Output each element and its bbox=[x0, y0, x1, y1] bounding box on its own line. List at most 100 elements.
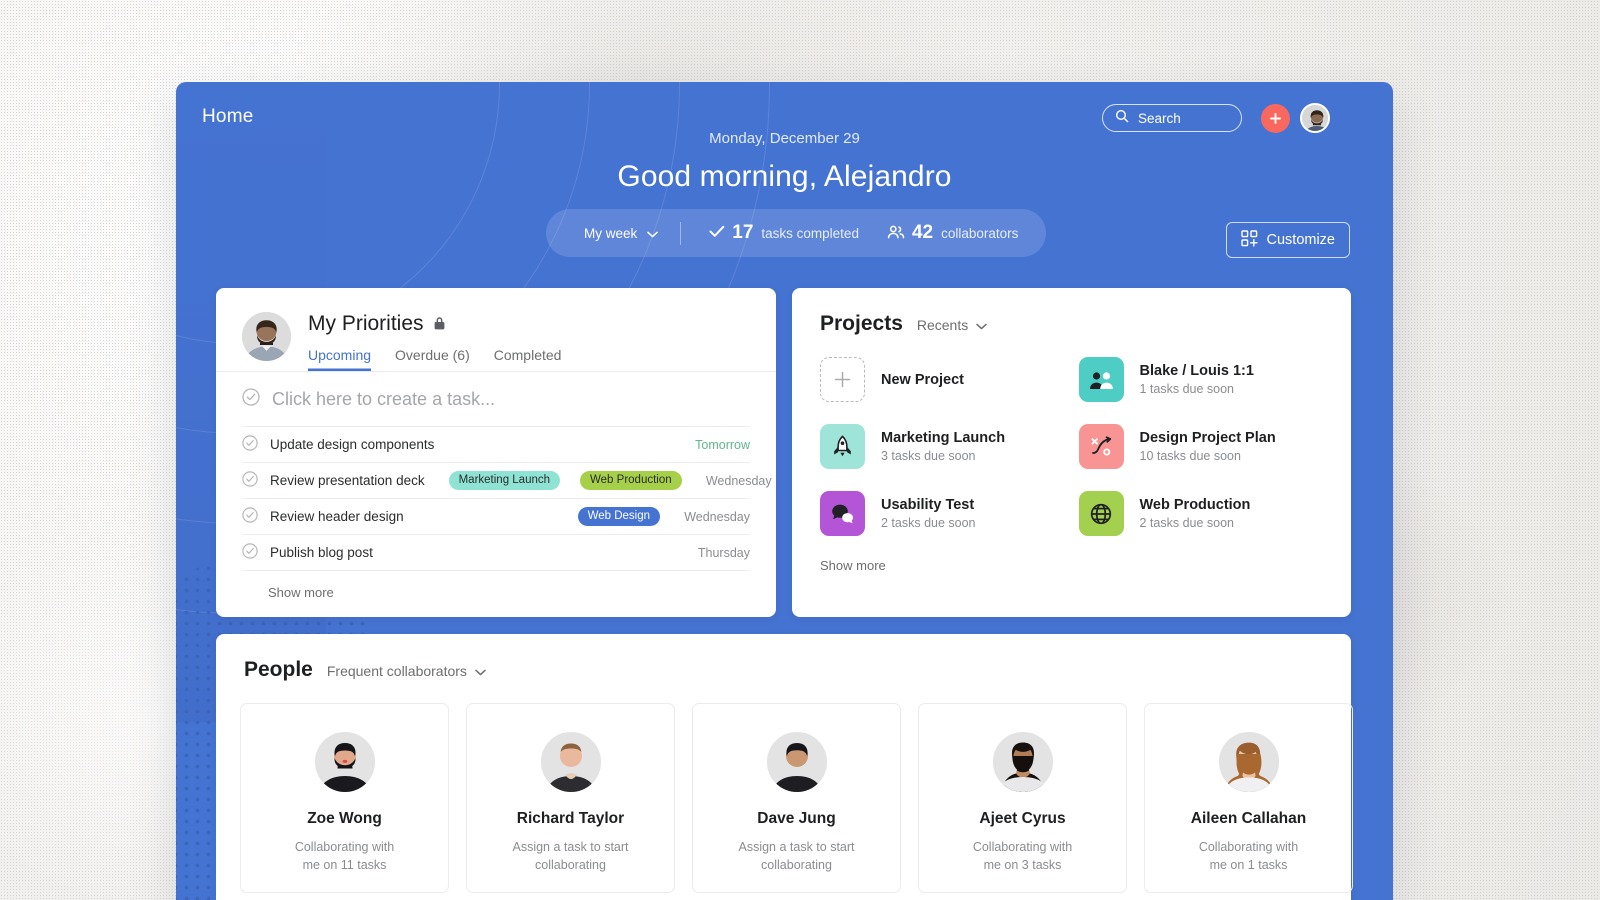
new-project-label: New Project bbox=[881, 371, 964, 388]
tab-completed[interactable]: Completed bbox=[494, 347, 562, 371]
create-task-placeholder: Click here to create a task... bbox=[272, 389, 496, 409]
person-card[interactable]: Zoe Wong Collaborating with me on 11 task… bbox=[240, 703, 449, 893]
avatar bbox=[992, 732, 1053, 792]
project-name: Web Production bbox=[1139, 497, 1251, 513]
my-priorities-card: My Priorities Upcoming Overdue (6) Compl… bbox=[216, 288, 776, 617]
task-list: Update design components Tomorrow Review p… bbox=[216, 426, 776, 570]
people-title: People bbox=[244, 658, 313, 681]
task-tag[interactable]: Marketing Launch bbox=[448, 470, 561, 491]
week-range-label: My week bbox=[584, 225, 638, 241]
person-name: Dave Jung bbox=[757, 810, 836, 827]
person-name: Richard Taylor bbox=[516, 810, 625, 827]
stats-bar: My week 17 tasks completed 42 collaborat… bbox=[546, 209, 1046, 257]
priorities-header: My Priorities Upcoming Overdue (6) Compl… bbox=[216, 288, 776, 371]
task-name: Publish blog post bbox=[270, 545, 373, 560]
chevron-down-icon bbox=[976, 317, 987, 333]
rocket-icon bbox=[820, 424, 865, 469]
chat-bubbles-icon bbox=[820, 491, 865, 536]
search-icon bbox=[1115, 109, 1129, 128]
task-name: Review header design bbox=[270, 509, 404, 524]
search-box[interactable]: Search bbox=[1102, 104, 1242, 132]
app-window: Home Monday, December 29 Good morning, A… bbox=[176, 82, 1393, 900]
person-card[interactable]: Richard Taylor Assign a task to start col… bbox=[466, 703, 675, 893]
check-circle-icon[interactable] bbox=[242, 435, 258, 454]
check-icon bbox=[709, 225, 725, 241]
tab-overdue[interactable]: Overdue (6) bbox=[395, 347, 470, 371]
project-item[interactable]: Blake / Louis 1:1 1 tasks due soon bbox=[1078, 357, 1324, 402]
customize-button[interactable]: Customize bbox=[1225, 222, 1350, 258]
priorities-tabs: Upcoming Overdue (6) Completed bbox=[308, 347, 750, 371]
plus-icon bbox=[820, 357, 865, 402]
project-item[interactable]: Usability Test 2 tasks due soon bbox=[820, 491, 1065, 536]
check-circle-icon[interactable] bbox=[242, 543, 258, 562]
check-circle-icon[interactable] bbox=[242, 507, 258, 526]
avatar[interactable] bbox=[1300, 103, 1330, 133]
plus-icon bbox=[1269, 112, 1282, 125]
chevron-down-icon bbox=[475, 663, 486, 679]
avatar bbox=[1218, 732, 1279, 792]
project-name: Design Project Plan bbox=[1139, 430, 1276, 446]
task-tag[interactable]: Web Design bbox=[577, 506, 660, 527]
globe-icon bbox=[1078, 491, 1124, 536]
people-filter-label: Frequent collaborators bbox=[326, 663, 467, 679]
customize-label: Customize bbox=[1266, 232, 1336, 248]
tasks-completed-count: 17 bbox=[732, 222, 754, 243]
project-item[interactable]: Design Project Plan 10 tasks due soon bbox=[1078, 424, 1324, 469]
person-name: Aileen Callahan bbox=[1190, 810, 1307, 827]
projects-card: Projects Recents New Project Blake / Lou… bbox=[792, 288, 1351, 617]
home-link[interactable]: Home bbox=[202, 106, 253, 128]
project-name: Usability Test bbox=[881, 497, 975, 513]
task-row[interactable]: Review header design Web Design Wednesday bbox=[242, 498, 750, 534]
person-name: Zoe Wong bbox=[307, 810, 382, 827]
person-card[interactable]: Aileen Callahan Collaborating with me on … bbox=[1144, 703, 1353, 893]
add-button[interactable] bbox=[1261, 104, 1290, 133]
projects-header: Projects Recents bbox=[792, 288, 1351, 336]
collaborators-label: collaborators bbox=[941, 225, 1019, 241]
task-tag[interactable]: Web Production bbox=[580, 470, 682, 491]
task-row[interactable]: Publish blog post Thursday bbox=[242, 534, 750, 570]
task-name: Update design components bbox=[270, 437, 435, 452]
person-name: Ajeet Cyrus bbox=[979, 810, 1066, 827]
avatar bbox=[766, 732, 827, 792]
priorities-show-more[interactable]: Show more bbox=[242, 570, 750, 600]
grid-plus-icon bbox=[1240, 229, 1258, 251]
project-name: Marketing Launch bbox=[881, 430, 1006, 446]
people-header: People Frequent collaborators bbox=[216, 634, 1351, 682]
task-name: Review presentation deck bbox=[270, 473, 425, 488]
task-due-date: Tomorrow bbox=[695, 437, 750, 452]
task-row[interactable]: Review presentation deck Marketing Launch… bbox=[242, 462, 772, 498]
priorities-title-row: My Priorities bbox=[308, 312, 750, 336]
priorities-avatar bbox=[242, 312, 291, 361]
projects-filter-label: Recents bbox=[916, 317, 969, 333]
person-subtitle: Collaborating with me on 11 tasks bbox=[294, 840, 395, 873]
task-row[interactable]: Update design components Tomorrow bbox=[242, 426, 750, 462]
project-subtitle: 2 tasks due soon bbox=[1139, 516, 1235, 530]
collaborators-count: 42 bbox=[911, 222, 934, 243]
avatar bbox=[540, 732, 601, 792]
people-filter-dropdown[interactable]: Frequent collaborators bbox=[327, 663, 486, 679]
person-card[interactable]: Dave Jung Assign a task to start collabor… bbox=[692, 703, 901, 893]
create-task-row[interactable]: Click here to create a task... bbox=[216, 372, 776, 426]
tab-upcoming[interactable]: Upcoming bbox=[308, 347, 371, 371]
projects-grid: New Project Blake / Louis 1:1 1 tasks du… bbox=[792, 336, 1351, 536]
task-due-date: Wednesday bbox=[705, 473, 772, 488]
check-circle-icon[interactable] bbox=[242, 471, 258, 490]
task-due-date: Wednesday bbox=[684, 509, 750, 524]
project-item[interactable]: Marketing Launch 3 tasks due soon bbox=[820, 424, 1065, 469]
check-circle-icon bbox=[242, 388, 260, 411]
week-range-dropdown[interactable]: My week bbox=[546, 226, 680, 241]
person-subtitle: Collaborating with me on 1 tasks bbox=[1198, 840, 1299, 873]
projects-filter-dropdown[interactable]: Recents bbox=[917, 317, 987, 333]
person-subtitle: Collaborating with me on 3 tasks bbox=[972, 840, 1073, 873]
search-placeholder: Search bbox=[1138, 110, 1181, 126]
projects-show-more[interactable]: Show more bbox=[792, 536, 1351, 573]
people-card: People Frequent collaborators Zoe Wong Co… bbox=[216, 634, 1353, 900]
project-item[interactable]: Web Production 2 tasks due soon bbox=[1078, 491, 1324, 536]
new-project-button[interactable]: New Project bbox=[820, 357, 1065, 402]
flow-icon bbox=[1078, 424, 1124, 469]
tasks-completed-stat: 17 tasks completed bbox=[681, 222, 859, 244]
projects-title: Projects bbox=[820, 312, 903, 335]
project-subtitle: 1 tasks due soon bbox=[1139, 382, 1235, 396]
person-card[interactable]: Ajeet Cyrus Collaborating with me on 3 ta… bbox=[918, 703, 1127, 893]
people-icon bbox=[887, 225, 905, 242]
